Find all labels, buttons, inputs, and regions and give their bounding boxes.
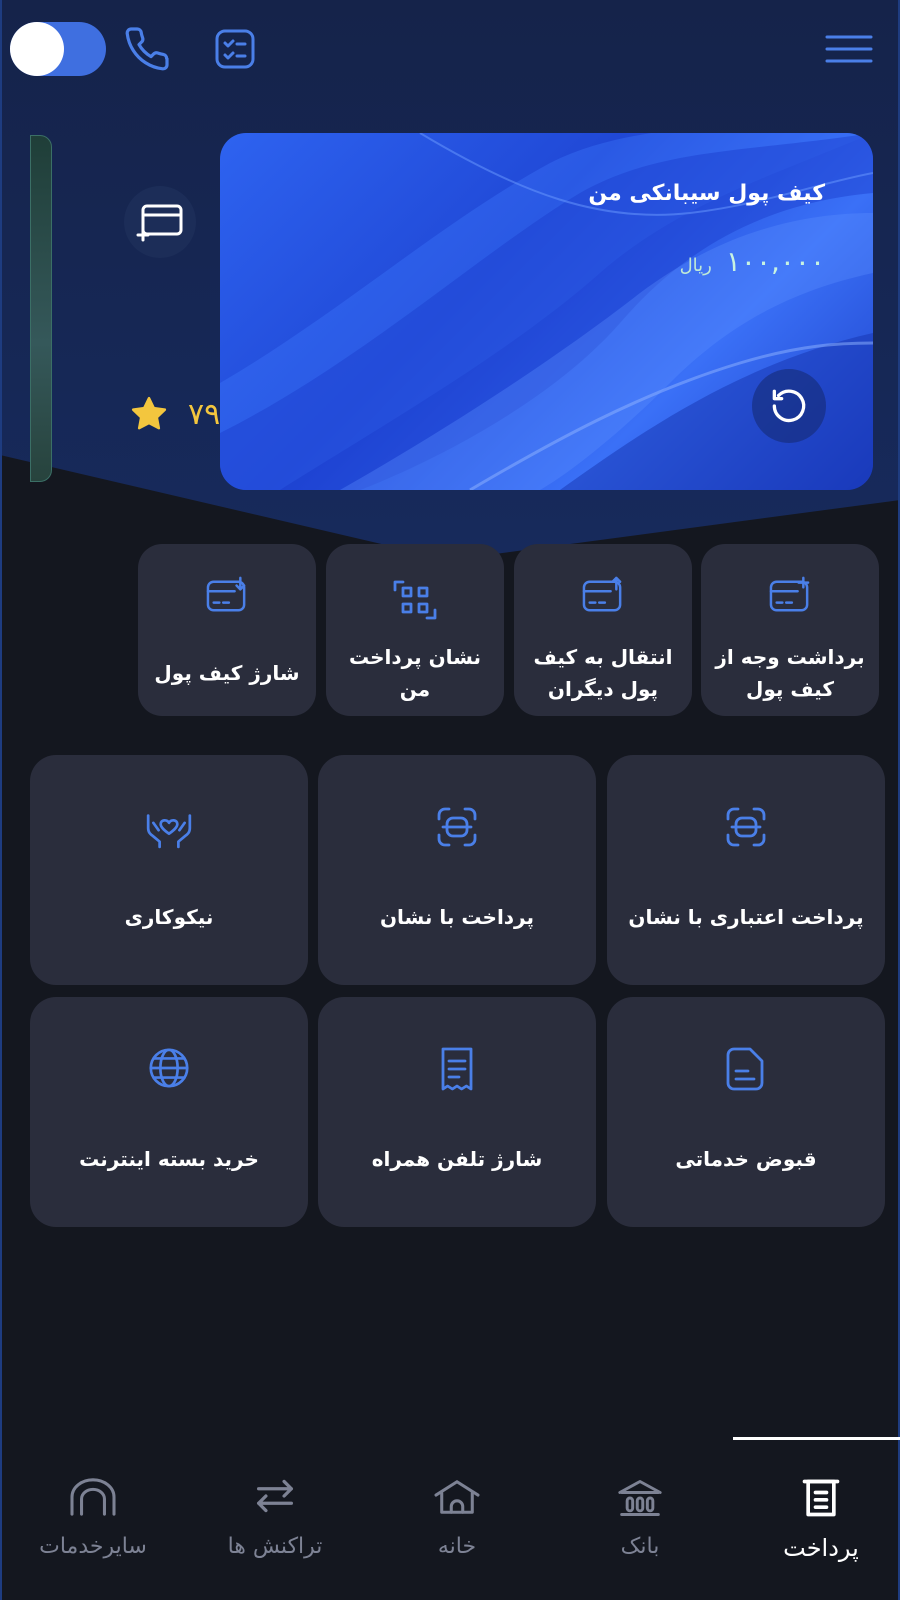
service-credit-payment-with-code[interactable]: پرداخت اعتباری با نشان	[607, 755, 885, 985]
nav-label: سایرخدمات	[39, 1534, 147, 1559]
service-internet-package[interactable]: خرید بسته اینترنت	[30, 997, 308, 1227]
wallet-balance: ۱۰۰,۰۰۰ ریال	[680, 245, 825, 278]
receipt-icon	[441, 1047, 473, 1091]
service-label: خرید بسته اینترنت	[79, 1147, 259, 1171]
next-card-preview[interactable]	[30, 135, 52, 482]
card-download-icon	[206, 576, 246, 612]
quick-action-label: نشان پرداخت من	[348, 645, 482, 701]
quick-action-transfer[interactable]: انتقال به کیف پول دیگران	[514, 544, 692, 716]
nav-label: تراکنش ها	[227, 1534, 323, 1559]
bottom-navigation: پرداخت بانک خانه تراکنش ها سایرخدمات	[0, 1450, 900, 1600]
service-label: پرداخت اعتباری با نشان	[628, 905, 864, 929]
service-label: پرداخت با نشان	[379, 905, 535, 929]
wallet-balance-amount: ۱۰۰,۰۰۰	[725, 245, 825, 278]
add-card-button[interactable]	[124, 186, 196, 258]
service-label: شارژ تلفن همراه	[371, 1147, 543, 1171]
menu-icon[interactable]	[822, 22, 876, 76]
payment-icon	[802, 1479, 840, 1517]
toggle-knob	[10, 22, 64, 76]
quick-action-label: برداشت وجه از کیف پول	[715, 645, 865, 701]
star-icon	[131, 396, 167, 430]
nav-label: بانک	[620, 1534, 660, 1559]
checklist-icon[interactable]	[208, 22, 262, 76]
refresh-icon	[772, 389, 806, 423]
service-utility-bills[interactable]: قبوض خدماتی	[607, 997, 885, 1227]
service-label: قبوض خدماتی	[675, 1147, 817, 1171]
scan-card-icon	[726, 807, 766, 847]
other-services-icon	[70, 1478, 116, 1516]
wallet-title: کیف پول سیبانکی من	[588, 181, 825, 206]
bank-icon	[618, 1480, 662, 1516]
home-icon	[434, 1480, 480, 1514]
globe-icon	[149, 1048, 189, 1088]
nav-label: پرداخت	[783, 1534, 859, 1562]
screen-edge-left	[0, 0, 2, 1600]
service-payment-with-code[interactable]: پرداخت با نشان	[318, 755, 596, 985]
nav-other-services[interactable]: سایرخدمات	[3, 1450, 183, 1600]
nav-transactions[interactable]: تراکنش ها	[185, 1450, 365, 1600]
top-bar	[0, 0, 900, 100]
wallet-currency: ریال	[679, 255, 712, 276]
quick-action-charge-wallet[interactable]: شارژ کیف پول	[138, 544, 316, 716]
service-charity[interactable]: نیکوکاری	[30, 755, 308, 985]
nav-label: خانه	[437, 1534, 477, 1559]
quick-action-label: شارژ کیف پول	[154, 661, 300, 685]
charity-hands-icon	[146, 814, 192, 849]
quick-action-my-payment-code[interactable]: نشان پرداخت من	[326, 544, 504, 716]
card-plus-icon	[769, 576, 810, 612]
service-mobile-topup[interactable]: شارژ تلفن همراه	[318, 997, 596, 1227]
quick-action-label: انتقال به کیف پول دیگران	[533, 645, 673, 701]
card-upload-icon	[582, 576, 622, 612]
theme-toggle-switch[interactable]	[10, 22, 106, 76]
add-card-icon	[136, 204, 183, 242]
nav-bank[interactable]: بانک	[550, 1450, 730, 1600]
wallet-card[interactable]: کیف پول سیبانکی من ۱۰۰,۰۰۰ ریال	[220, 133, 873, 490]
bill-document-icon	[726, 1047, 764, 1091]
scan-card-icon	[437, 807, 477, 847]
phone-icon[interactable]	[120, 22, 174, 76]
nav-payment[interactable]: پرداخت	[731, 1450, 900, 1600]
nav-home[interactable]: خانه	[367, 1450, 547, 1600]
refresh-balance-button[interactable]	[752, 369, 826, 443]
service-label: نیکوکاری	[124, 905, 214, 929]
active-tab-indicator	[733, 1437, 900, 1440]
quick-action-withdraw[interactable]: برداشت وجه از کیف پول	[701, 544, 879, 716]
qr-code-icon	[393, 580, 437, 620]
transactions-icon	[257, 1479, 293, 1513]
